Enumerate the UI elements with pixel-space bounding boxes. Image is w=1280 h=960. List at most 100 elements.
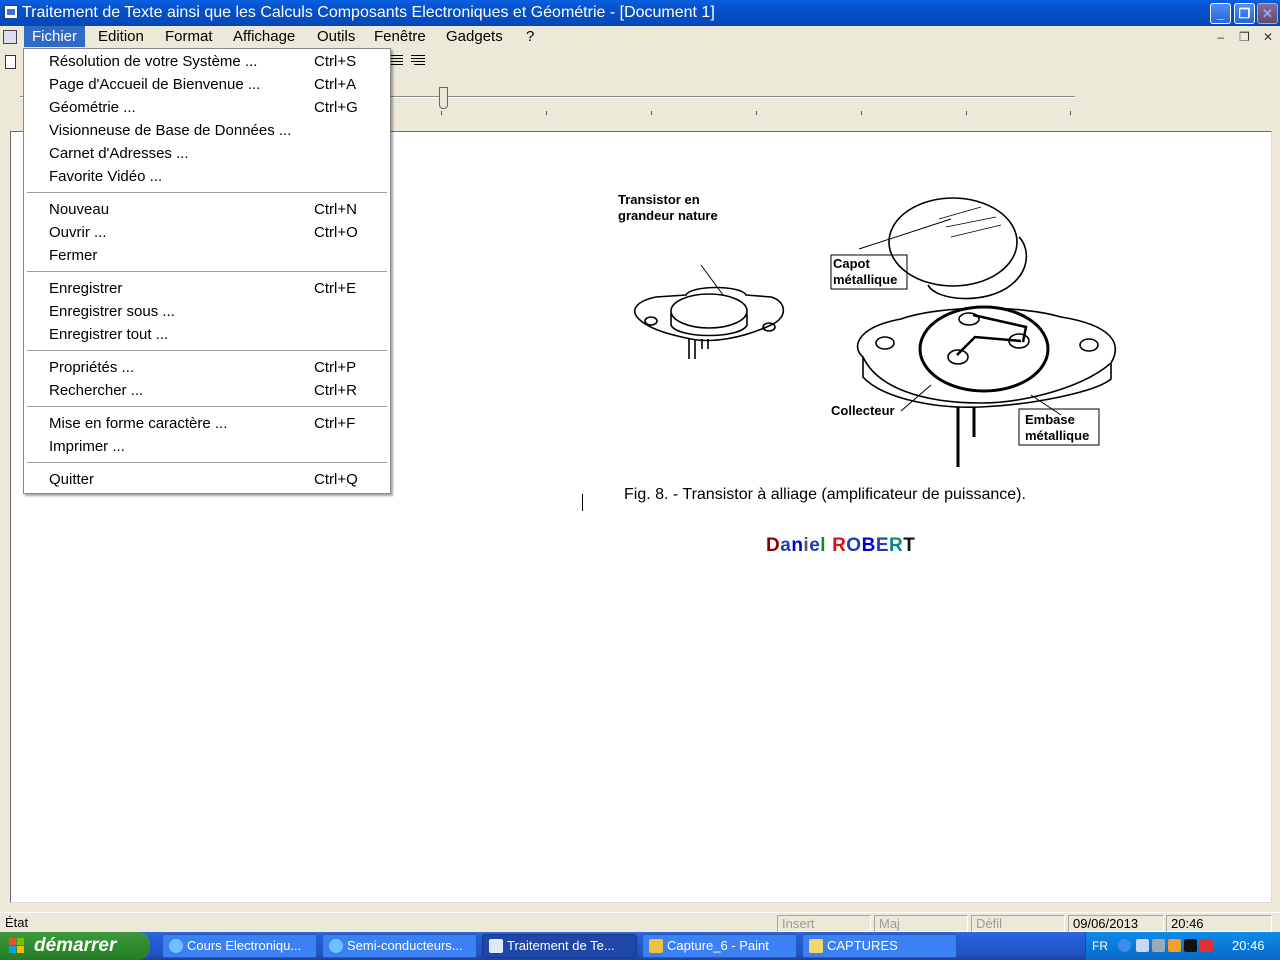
author-letter: D xyxy=(766,535,781,556)
menu-item-shortcut: Ctrl+A xyxy=(314,76,357,93)
status-insert: Insert xyxy=(777,915,871,932)
menu-item[interactable]: Fermer xyxy=(24,244,388,267)
menu-item[interactable]: Enregistrer sous ... xyxy=(24,300,388,323)
menu-item-label: Mise en forme caractère ... xyxy=(49,415,228,432)
author-letter: l xyxy=(820,535,827,556)
menu-item-label: Fermer xyxy=(49,247,98,264)
document-icon[interactable] xyxy=(3,30,17,44)
menu-separator xyxy=(27,271,387,273)
menu-separator xyxy=(27,192,387,194)
menu-item[interactable]: Visionneuse de Base de Données ... xyxy=(24,119,388,142)
menu-item-shortcut: Ctrl+R xyxy=(314,382,357,399)
author-letter: B xyxy=(861,535,876,556)
menu-format[interactable]: Format xyxy=(157,26,221,47)
menu-item-label: Résolution de votre Système ... xyxy=(49,53,258,70)
folder-icon xyxy=(809,939,823,953)
status-etat: État xyxy=(5,915,29,930)
menu-item-shortcut: Ctrl+G xyxy=(314,99,358,116)
app-icon xyxy=(489,939,503,953)
transistor-figure: Transistor en grandeur nature Capot méta… xyxy=(618,192,1117,467)
menu-item-label: Enregistrer sous ... xyxy=(49,303,175,320)
taskbar-button-label: CAPTURES xyxy=(827,938,898,953)
menu-item[interactable]: Rechercher ... Ctrl+R xyxy=(24,379,388,402)
taskbar-button-label: Traitement de Te... xyxy=(507,938,615,953)
menu-item[interactable]: Enregistrer tout ... xyxy=(24,323,388,346)
mdi-minimize-button[interactable]: – xyxy=(1213,30,1229,44)
menu-help[interactable]: ? xyxy=(518,26,542,47)
close-button[interactable]: ✕ xyxy=(1257,3,1278,24)
author-letter: n xyxy=(791,535,804,556)
tray-app-icon[interactable] xyxy=(1184,939,1197,952)
tray-infinity-icon[interactable] xyxy=(1200,939,1213,952)
menu-outils[interactable]: Outils xyxy=(309,26,363,47)
language-indicator[interactable]: FR xyxy=(1092,932,1108,960)
figure-label-capot-line1: Capot xyxy=(833,256,871,271)
status-bar: État Insert Maj Défil 09/06/2013 20:46 xyxy=(0,912,1280,932)
mdi-restore-button[interactable]: ❐ xyxy=(1236,30,1252,44)
figure-caption: Fig. 8. - Transistor à alliage (amplific… xyxy=(624,486,1026,503)
justify-icon[interactable] xyxy=(408,53,428,71)
menu-item[interactable]: Favorite Vidéo ... xyxy=(24,165,388,188)
menu-item-label: Rechercher ... xyxy=(49,382,144,399)
menu-fichier[interactable]: Fichier xyxy=(24,26,86,47)
tray-arrow-icon[interactable] xyxy=(1118,939,1131,952)
start-label: démarrer xyxy=(34,935,117,956)
menu-gadgets[interactable]: Gadgets xyxy=(438,26,511,47)
network-icon[interactable] xyxy=(1136,939,1149,952)
menu-item[interactable]: Propriétés ... Ctrl+P xyxy=(24,356,388,379)
minimize-button[interactable]: _ xyxy=(1210,3,1231,24)
menu-item[interactable]: Ouvrir ... Ctrl+O xyxy=(24,221,388,244)
author-letter: R xyxy=(832,535,847,556)
mdi-buttons: – ❐ ✕ xyxy=(1209,29,1276,44)
taskbar: démarrer Cours Electroniqu... Semi-conduc… xyxy=(0,932,1280,960)
figure-label-embase-line1: Embase xyxy=(1025,412,1075,427)
speaker-icon[interactable] xyxy=(1152,939,1165,952)
menu-item-shortcut: Ctrl+Q xyxy=(314,471,358,488)
new-document-icon[interactable] xyxy=(5,55,16,69)
app-icon[interactable] xyxy=(4,5,18,19)
taskbar-button[interactable]: CAPTURES xyxy=(802,934,957,958)
restore-button[interactable]: ❐ xyxy=(1234,3,1255,24)
figure-label-transistor-line1: Transistor en xyxy=(618,192,700,207)
menu-item[interactable]: Nouveau Ctrl+N xyxy=(24,198,388,221)
menu-item[interactable]: Carnet d'Adresses ... xyxy=(24,142,388,165)
taskbar-button[interactable]: Semi-conducteurs... xyxy=(322,934,477,958)
fichier-menu-dropdown: Résolution de votre Système ... Ctrl+S Pag… xyxy=(23,48,391,494)
title-bar: Traitement de Texte ainsi que les Calcul… xyxy=(0,0,1280,26)
menu-item[interactable]: Page d'Accueil de Bienvenue ... Ctrl+A xyxy=(24,73,388,96)
author-signature: Daniel ROBERT xyxy=(766,535,915,557)
menu-affichage[interactable]: Affichage xyxy=(225,26,303,47)
status-maj: Maj xyxy=(874,915,968,932)
menu-item-shortcut: Ctrl+S xyxy=(314,53,357,70)
ruler-indent-marker[interactable] xyxy=(439,87,448,109)
start-button[interactable]: démarrer xyxy=(0,932,150,960)
menu-item[interactable]: Enregistrer Ctrl+E xyxy=(24,277,388,300)
paint-icon xyxy=(649,939,663,953)
author-letter: E xyxy=(875,535,889,556)
menu-item[interactable]: Géométrie ... Ctrl+G xyxy=(24,96,388,119)
menu-separator xyxy=(27,350,387,352)
menu-item-label: Quitter xyxy=(49,471,95,488)
menu-item-shortcut: Ctrl+E xyxy=(314,280,357,297)
taskbar-button[interactable]: Traitement de Te... xyxy=(482,934,637,958)
taskbar-button-label: Semi-conducteurs... xyxy=(347,938,463,953)
menu-edition[interactable]: Edition xyxy=(90,26,152,47)
clock: 20:46 xyxy=(1232,938,1265,953)
menu-item[interactable]: Imprimer ... xyxy=(24,435,388,458)
window-title: Traitement de Texte ainsi que les Calcul… xyxy=(22,4,715,21)
taskbar-button[interactable]: Capture_6 - Paint xyxy=(642,934,797,958)
menu-item[interactable]: Quitter Ctrl+Q xyxy=(24,468,388,491)
menu-item-shortcut: Ctrl+N xyxy=(314,201,357,218)
menu-item[interactable]: Résolution de votre Système ... Ctrl+S xyxy=(24,50,388,73)
ie-icon xyxy=(329,939,343,953)
taskbar-button[interactable]: Cours Electroniqu... xyxy=(162,934,317,958)
menu-bar: Fichier Edition Format Affichage Outils … xyxy=(0,26,1280,48)
mdi-close-button[interactable]: ✕ xyxy=(1260,30,1276,44)
menu-item-label: Propriétés ... xyxy=(49,359,135,376)
menu-fenetre[interactable]: Fenêtre xyxy=(366,26,434,47)
menu-item[interactable]: Mise en forme caractère ... Ctrl+F xyxy=(24,412,388,435)
figure-label-transistor-line2: grandeur nature xyxy=(618,208,718,223)
menu-separator xyxy=(27,406,387,408)
menu-item-label: Visionneuse de Base de Données ... xyxy=(49,122,292,139)
mail-icon[interactable] xyxy=(1168,939,1181,952)
